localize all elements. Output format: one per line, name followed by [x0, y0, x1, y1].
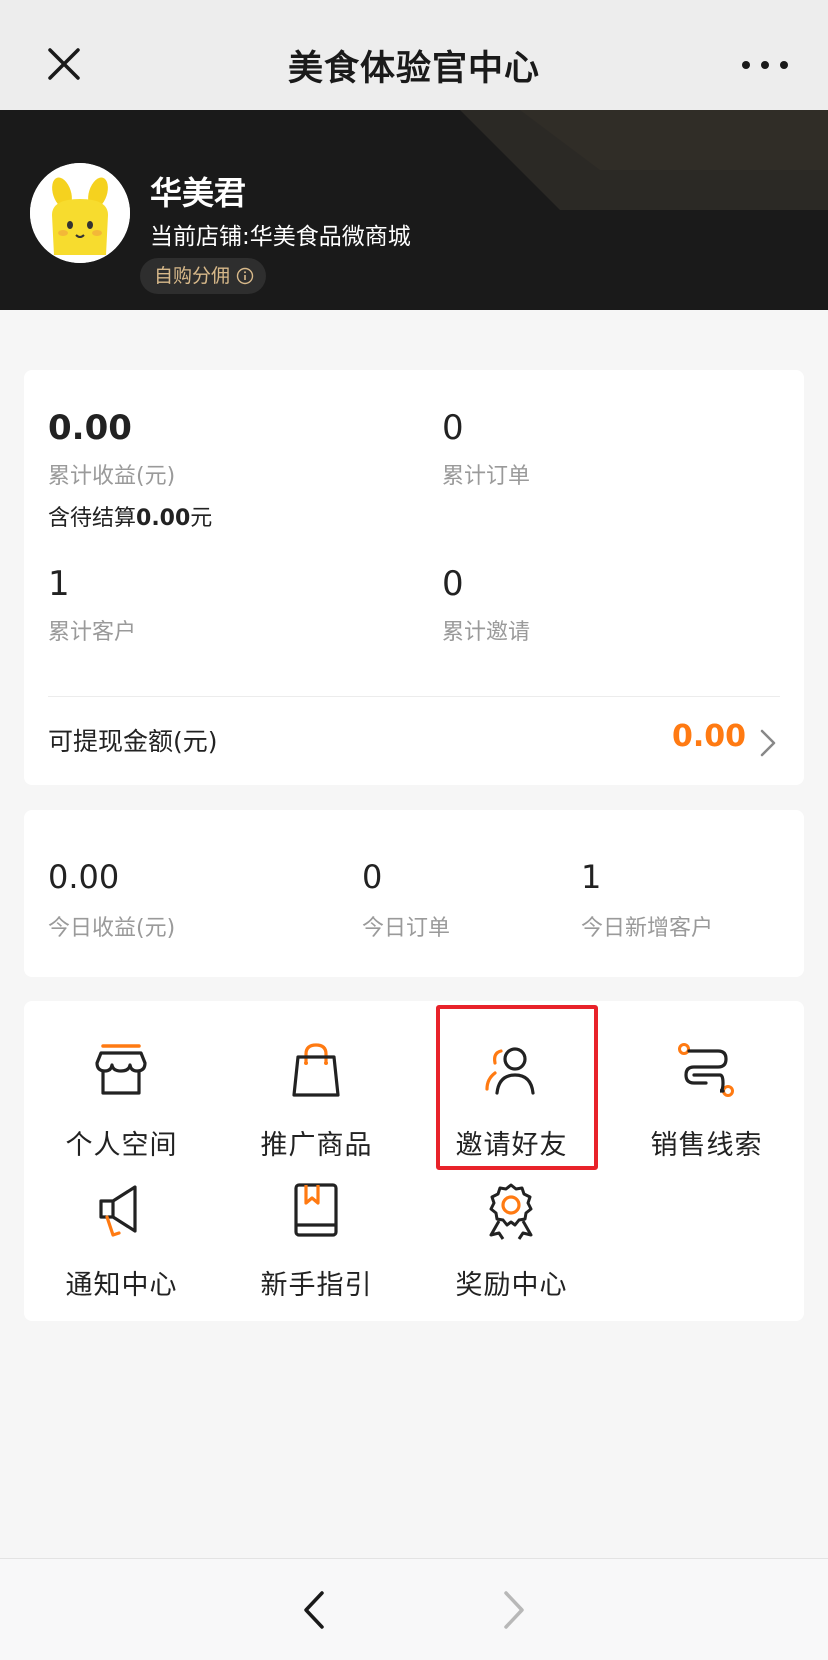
- profile-header: 华美君 当前店铺:华美食品微商城 自购分佣: [0, 110, 828, 310]
- award-medal-icon: [489, 1183, 533, 1240]
- stat-value: 0: [362, 858, 383, 896]
- stat-today-orders: 0 今日订单: [362, 858, 450, 942]
- stat-today-income: 0.00 今日收益(元): [48, 858, 175, 942]
- stat-label: 累计收益(元): [48, 464, 176, 489]
- sales-leads-icon: [678, 1043, 734, 1097]
- menu-label: 奖励中心: [455, 1270, 568, 1301]
- avatar[interactable]: [30, 163, 130, 263]
- menu-label: 销售线索: [650, 1130, 763, 1161]
- menu-label: 新手指引: [260, 1270, 373, 1301]
- forward-arrow-icon[interactable]: [498, 1589, 528, 1631]
- back-arrow-icon[interactable]: [300, 1589, 330, 1631]
- stat-label: 累计客户: [48, 620, 137, 645]
- menu-notification-center[interactable]: 通知中心: [24, 1171, 219, 1311]
- store-icon: [95, 1044, 147, 1095]
- pending-unit: 元: [190, 506, 213, 531]
- more-icon[interactable]: [738, 56, 792, 74]
- stat-value: 1: [581, 858, 602, 896]
- withdraw-label: 可提现金额(元): [48, 727, 218, 756]
- stat-value: 0.00: [48, 858, 120, 896]
- avatar-image: [30, 163, 130, 263]
- stat-value: 0: [442, 408, 464, 448]
- stat-total-customers: 1 累计客户: [48, 564, 136, 646]
- guide-book-icon: [294, 1183, 338, 1237]
- menu-sales-leads[interactable]: 销售线索: [609, 1031, 804, 1171]
- stat-label: 累计订单: [442, 464, 531, 489]
- stat-today-new-customers: 1 今日新增客户: [581, 858, 713, 942]
- user-name: 华美君: [150, 174, 247, 212]
- pending-prefix: 含待结算: [48, 506, 137, 531]
- stat-value: 0.00: [48, 408, 132, 448]
- stat-label: 今日新增客户: [581, 916, 714, 941]
- bottom-toolbar: [0, 1558, 828, 1660]
- withdraw-row[interactable]: 可提现金额(元) 0.00: [24, 697, 804, 785]
- cumulative-stats-card: 0.00 累计收益(元) 含待结算0.00元 0 累计订单 1 累计客户 0 累…: [24, 370, 804, 785]
- info-icon: [236, 267, 254, 285]
- feature-menu-card: 个人空间 推广商品 邀请好友 销售线索 通知中心 新手指引 奖励中心: [24, 1001, 804, 1321]
- menu-beginner-guide[interactable]: 新手指引: [219, 1171, 414, 1311]
- stat-total-invites: 0 累计邀请: [442, 564, 530, 646]
- megaphone-icon: [99, 1185, 137, 1237]
- menu-promote-products[interactable]: 推广商品: [219, 1031, 414, 1171]
- menu-label: 推广商品: [260, 1130, 373, 1161]
- shopping-bag-icon: [292, 1043, 340, 1097]
- menu-reward-center[interactable]: 奖励中心: [414, 1171, 609, 1311]
- highlight-annotation: [436, 1005, 598, 1170]
- stat-value: 1: [48, 564, 70, 604]
- pending-settlement: 含待结算0.00元: [48, 500, 212, 532]
- today-stats-card: 0.00 今日收益(元) 0 今日订单 1 今日新增客户: [24, 810, 804, 977]
- stat-value: 0: [442, 564, 464, 604]
- menu-label: 个人空间: [65, 1130, 178, 1161]
- menu-label: 通知中心: [65, 1270, 178, 1301]
- stat-label: 今日收益(元): [48, 916, 176, 941]
- menu-personal-space[interactable]: 个人空间: [24, 1031, 219, 1171]
- stat-label: 累计邀请: [442, 620, 531, 645]
- page-title: 美食体验官中心: [287, 49, 540, 89]
- current-store: 当前店铺:华美食品微商城: [150, 224, 411, 250]
- stat-total-income: 0.00 累计收益(元) 含待结算0.00元: [48, 408, 212, 532]
- withdraw-amount: 0.00: [671, 719, 746, 754]
- stat-label: 今日订单: [362, 916, 451, 941]
- stat-total-orders: 0 累计订单: [442, 408, 530, 490]
- chevron-right-icon: [760, 729, 776, 757]
- pending-amount: 0.00: [136, 506, 191, 531]
- badge-label: 自购分佣: [154, 265, 231, 287]
- nav-bar: 美食体验官中心: [0, 0, 828, 110]
- commission-badge[interactable]: 自购分佣: [140, 258, 267, 294]
